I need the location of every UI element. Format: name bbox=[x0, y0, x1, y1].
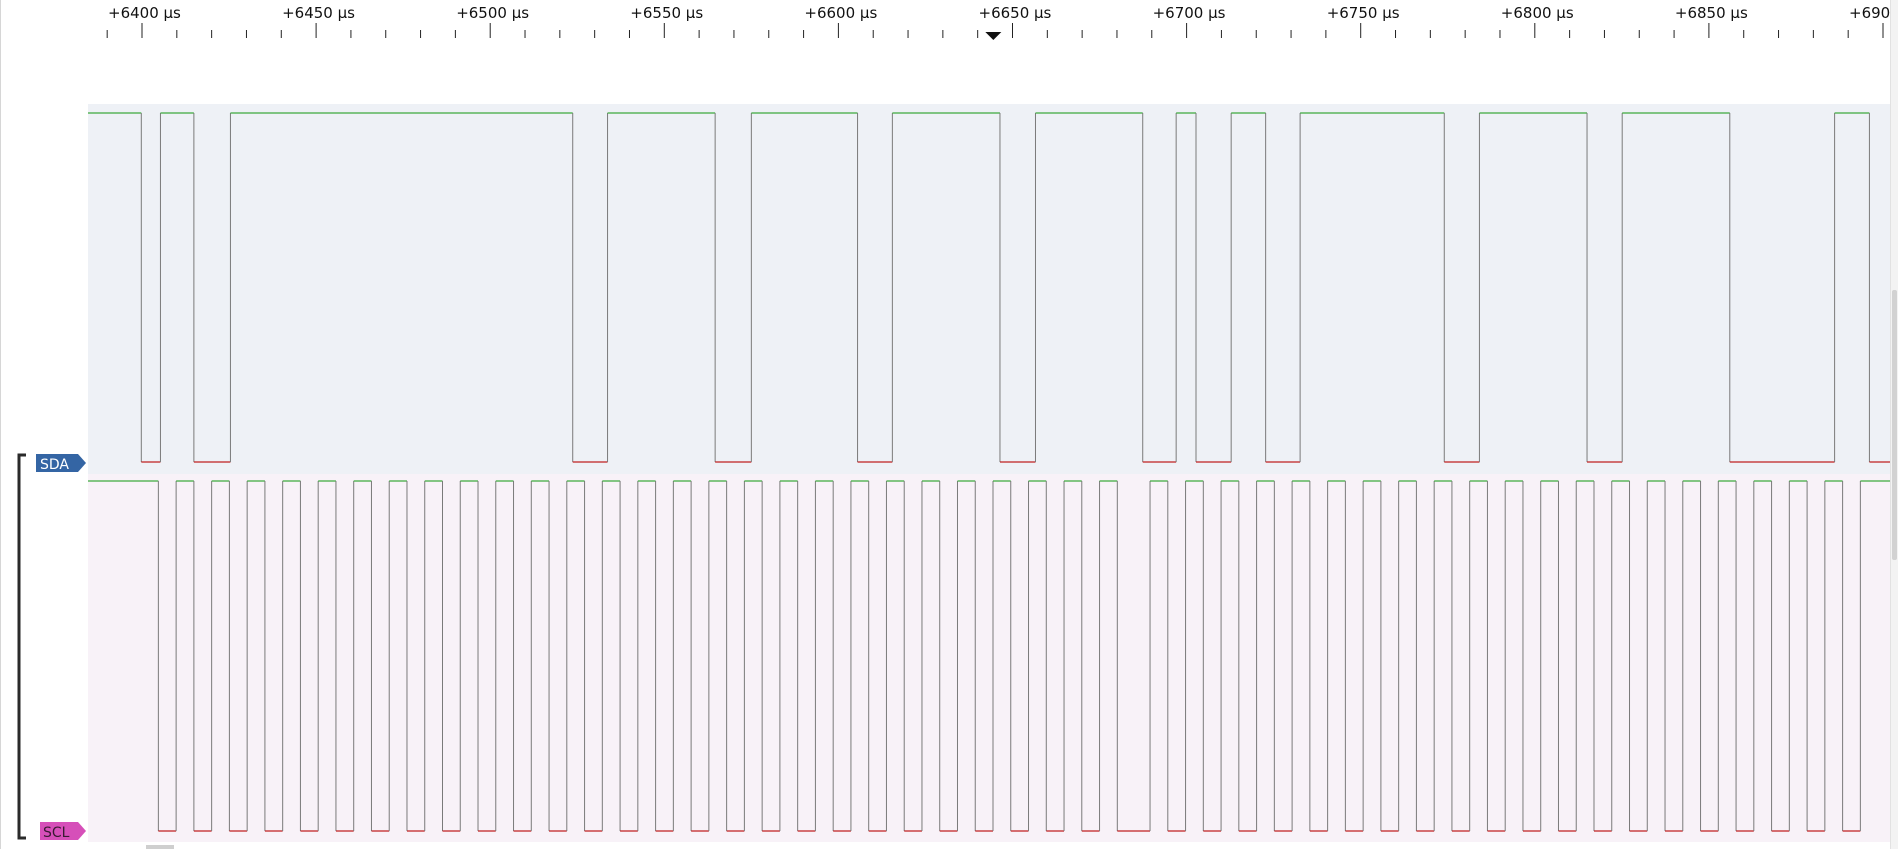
sda-channel-tag[interactable]: SDA bbox=[36, 454, 86, 473]
ruler-label: +6400 µs bbox=[108, 4, 181, 22]
time-cursor-marker-icon[interactable] bbox=[985, 32, 1002, 40]
time-ruler[interactable]: +6400 µs +6450 µs +6500 µs +6550 µs +6600 µs… bbox=[106, 4, 1898, 40]
ruler-labels: +6400 µs +6450 µs +6500 µs +6550 µs +6600 µs… bbox=[108, 4, 1898, 22]
ruler-label: +6500 µs bbox=[456, 4, 529, 22]
ruler-label: +6800 µs bbox=[1501, 4, 1574, 22]
waveform-canvas[interactable]: +6400 µs +6450 µs +6500 µs +6550 µs +6600 µs… bbox=[0, 0, 1898, 849]
sda-channel-label: SDA bbox=[40, 457, 69, 473]
logic-analyzer-viewer: +6400 µs +6450 µs +6500 µs +6550 µs +6600 µs… bbox=[0, 0, 1898, 849]
scl-channel-tag[interactable]: SCL bbox=[40, 822, 86, 841]
ruler-label: +6600 µs bbox=[804, 4, 877, 22]
ruler-label: +6450 µs bbox=[282, 4, 355, 22]
ruler-label: +6750 µs bbox=[1327, 4, 1400, 22]
scl-channel-label: SCL bbox=[43, 825, 70, 841]
ruler-label: +6550 µs bbox=[630, 4, 703, 22]
scl-lane-background bbox=[88, 474, 1890, 842]
sda-lane-background bbox=[88, 104, 1890, 474]
channel-group-bracket[interactable] bbox=[17, 453, 26, 840]
horizontal-scrollbar-thumb[interactable] bbox=[146, 845, 174, 849]
vertical-scrollbar-thumb[interactable] bbox=[1892, 290, 1897, 560]
ruler-label: +6850 µs bbox=[1675, 4, 1748, 22]
ruler-label: +6700 µs bbox=[1153, 4, 1226, 22]
ruler-label: +6650 µs bbox=[979, 4, 1052, 22]
